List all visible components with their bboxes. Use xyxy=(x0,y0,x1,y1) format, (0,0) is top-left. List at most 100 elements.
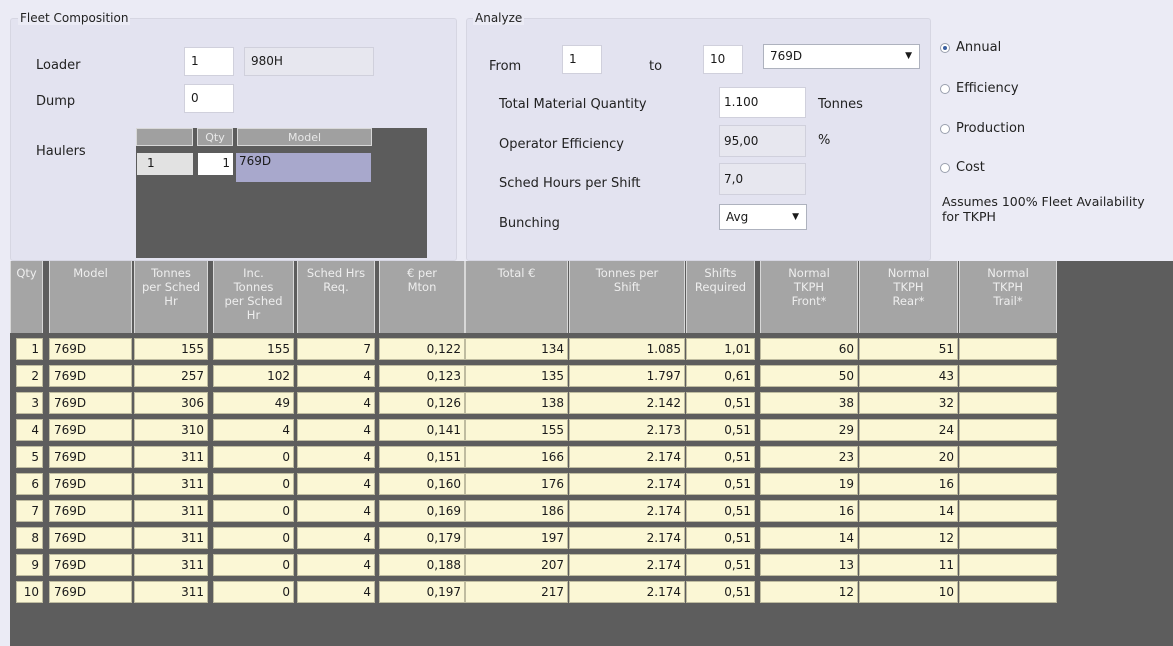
haulers-row-qty[interactable]: 1 xyxy=(198,153,233,175)
cell-total-euro: 134 xyxy=(465,338,568,360)
cell-total-euro: 186 xyxy=(465,500,568,522)
cell-sched-hrs-req: 7 xyxy=(297,338,375,360)
cell-sched-hrs-req: 4 xyxy=(297,473,375,495)
cell-tkph-trail xyxy=(959,392,1057,414)
radio-annual[interactable]: Annual xyxy=(940,40,1001,55)
cell-tonnes-per-shift: 2.142 xyxy=(569,392,685,414)
radio-cost[interactable]: Cost xyxy=(940,160,985,175)
cell-total-euro: 155 xyxy=(465,419,568,441)
cell-sched-hrs-req: 4 xyxy=(297,581,375,603)
total-material-input[interactable]: 1.100 xyxy=(719,87,806,118)
radio-annual-label: Annual xyxy=(956,40,1002,55)
cell-inc-tonnes: 0 xyxy=(213,581,294,603)
cell-total-euro: 197 xyxy=(465,527,568,549)
haulers-label: Haulers xyxy=(36,144,86,159)
cell-inc-tonnes: 0 xyxy=(213,500,294,522)
cell-model: 769D xyxy=(49,446,132,468)
radio-selected-icon xyxy=(940,42,950,53)
cell-sched-hrs-req: 4 xyxy=(297,500,375,522)
cell-tkph-rear: 32 xyxy=(859,392,958,414)
cell-tonnes-per-shift: 2.174 xyxy=(569,527,685,549)
radio-unselected-icon xyxy=(940,83,950,94)
header-model: Model xyxy=(49,261,132,333)
cell-inc-tonnes: 0 xyxy=(213,473,294,495)
dump-input[interactable]: 0 xyxy=(184,84,234,113)
cell-total-euro: 176 xyxy=(465,473,568,495)
sched-hours-field: 7,0 xyxy=(719,163,806,195)
to-input[interactable]: 10 xyxy=(703,45,743,74)
header-tkph-trail: Normal TKPH Trail* xyxy=(959,261,1057,333)
cell-inc-tonnes: 4 xyxy=(213,419,294,441)
bunching-label: Bunching xyxy=(499,216,560,231)
cell-euro-per-mton: 0,126 xyxy=(379,392,465,414)
cell-euro-per-mton: 0,151 xyxy=(379,446,465,468)
cell-shifts-required: 0,51 xyxy=(686,581,755,603)
cell-qty: 7 xyxy=(16,500,43,522)
cell-tkph-front: 13 xyxy=(760,554,858,576)
cell-shifts-required: 1,01 xyxy=(686,338,755,360)
radio-production-label: Production xyxy=(956,121,1026,136)
loader-model-field: 980H xyxy=(244,47,374,76)
cell-tonnes-per-sched-hr: 311 xyxy=(134,473,208,495)
cell-tonnes-per-shift: 2.174 xyxy=(569,446,685,468)
cell-shifts-required: 0,51 xyxy=(686,527,755,549)
cell-tkph-front: 50 xyxy=(760,365,858,387)
chevron-down-icon: ▼ xyxy=(905,51,912,61)
tkph-note-line1: Assumes 100% Fleet Availability xyxy=(942,194,1145,209)
radio-production[interactable]: Production xyxy=(940,121,1025,136)
cell-inc-tonnes: 0 xyxy=(213,554,294,576)
cell-model: 769D xyxy=(49,527,132,549)
cell-inc-tonnes: 0 xyxy=(213,527,294,549)
cell-tonnes-per-shift: 2.174 xyxy=(569,554,685,576)
header-sched-hrs-req: Sched Hrs Req. xyxy=(297,261,375,333)
total-material-unit: Tonnes xyxy=(818,97,863,112)
cell-euro-per-mton: 0,188 xyxy=(379,554,465,576)
haulers-row-model[interactable]: 769D xyxy=(236,153,371,182)
cell-total-euro: 217 xyxy=(465,581,568,603)
cell-tkph-trail xyxy=(959,365,1057,387)
cell-euro-per-mton: 0,123 xyxy=(379,365,465,387)
cell-qty: 8 xyxy=(16,527,43,549)
cell-inc-tonnes: 0 xyxy=(213,446,294,468)
cell-shifts-required: 0,51 xyxy=(686,500,755,522)
header-tonnes-per-sched-hr: Tonnes per Sched Hr xyxy=(134,261,208,333)
cell-model: 769D xyxy=(49,554,132,576)
cell-tonnes-per-sched-hr: 310 xyxy=(134,419,208,441)
cell-tkph-front: 12 xyxy=(760,581,858,603)
cell-tonnes-per-sched-hr: 311 xyxy=(134,446,208,468)
radio-efficiency[interactable]: Efficiency xyxy=(940,81,1019,96)
cell-total-euro: 138 xyxy=(465,392,568,414)
haulers-grid[interactable]: Qty Model 1 1 769D xyxy=(136,128,427,258)
cell-total-euro: 207 xyxy=(465,554,568,576)
cell-tkph-trail xyxy=(959,527,1057,549)
cell-tonnes-per-sched-hr: 311 xyxy=(134,581,208,603)
cell-inc-tonnes: 49 xyxy=(213,392,294,414)
cell-euro-per-mton: 0,179 xyxy=(379,527,465,549)
analyze-title: Analyze xyxy=(473,11,525,25)
cell-tonnes-per-sched-hr: 311 xyxy=(134,500,208,522)
cell-model: 769D xyxy=(49,473,132,495)
model-select[interactable]: 769D ▼ xyxy=(763,44,920,69)
cell-euro-per-mton: 0,160 xyxy=(379,473,465,495)
cell-tkph-trail xyxy=(959,473,1057,495)
radio-unselected-icon xyxy=(940,123,950,134)
cell-tkph-trail xyxy=(959,446,1057,468)
cell-tkph-rear: 24 xyxy=(859,419,958,441)
cell-euro-per-mton: 0,169 xyxy=(379,500,465,522)
operator-efficiency-field: 95,00 xyxy=(719,125,806,157)
cell-shifts-required: 0,51 xyxy=(686,392,755,414)
cell-tonnes-per-shift: 2.174 xyxy=(569,473,685,495)
cell-tonnes-per-shift: 1.085 xyxy=(569,338,685,360)
cell-tkph-rear: 16 xyxy=(859,473,958,495)
chevron-down-icon: ▼ xyxy=(792,212,799,222)
from-input[interactable]: 1 xyxy=(562,45,602,74)
header-tkph-front: Normal TKPH Front* xyxy=(760,261,858,333)
cell-tkph-front: 19 xyxy=(760,473,858,495)
haulers-header-blank xyxy=(136,128,193,146)
bunching-select[interactable]: Avg ▼ xyxy=(719,204,807,230)
haulers-header-qty: Qty xyxy=(197,128,233,146)
radio-cost-label: Cost xyxy=(956,160,985,175)
loader-qty-input[interactable]: 1 xyxy=(184,47,234,76)
cell-euro-per-mton: 0,141 xyxy=(379,419,465,441)
cell-tkph-rear: 20 xyxy=(859,446,958,468)
